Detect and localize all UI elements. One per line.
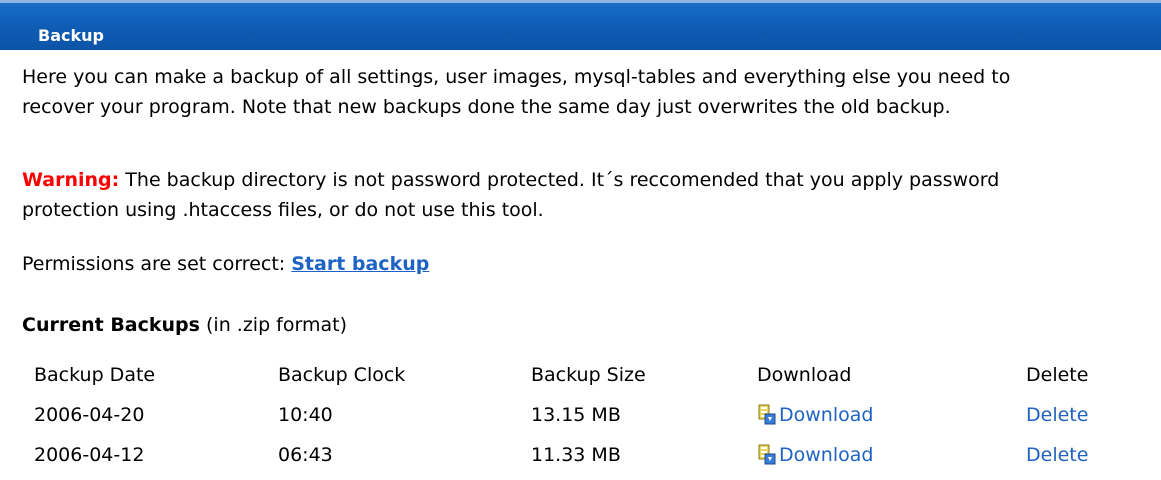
backup-date: 2006-04-20 bbox=[34, 404, 145, 426]
backup-size: 13.15 MB bbox=[531, 404, 621, 426]
backup-date: 2006-04-12 bbox=[34, 444, 145, 466]
permissions-status: Permissions are set correct: Start backu… bbox=[22, 249, 429, 279]
permissions-text: Permissions are set correct: bbox=[22, 253, 292, 275]
download-cell: Download bbox=[757, 400, 873, 435]
download-label[interactable]: Download bbox=[779, 400, 873, 430]
header-download: Download bbox=[757, 364, 852, 386]
delete-cell: Delete bbox=[1026, 440, 1088, 470]
current-backups-heading: Current Backups (in .zip format) bbox=[22, 312, 347, 338]
header-delete: Delete bbox=[1026, 364, 1089, 386]
current-backups-title: Current Backups bbox=[22, 314, 200, 336]
download-package-icon bbox=[758, 444, 776, 465]
current-backups-subtitle: (in .zip format) bbox=[199, 314, 347, 336]
intro-line-1: Here you can make a backup of all settin… bbox=[22, 66, 1011, 88]
download-link[interactable]: Download bbox=[757, 440, 873, 470]
backup-clock: 06:43 bbox=[278, 444, 333, 466]
download-cell: Download bbox=[757, 440, 873, 475]
start-backup-link[interactable]: Start backup bbox=[291, 253, 429, 275]
warning-line-1: The backup directory is not password pro… bbox=[119, 169, 1000, 191]
header-backup-size: Backup Size bbox=[531, 364, 646, 386]
download-package-icon bbox=[758, 404, 776, 425]
delete-link[interactable]: Delete bbox=[1026, 444, 1088, 466]
header-backup-clock: Backup Clock bbox=[278, 364, 406, 386]
warning-line-2: protection using .htaccess files, or do … bbox=[22, 199, 544, 221]
table-header-row: Backup Date Backup Clock Backup Size Dow… bbox=[0, 360, 1161, 400]
header-backup-date: Backup Date bbox=[34, 364, 156, 386]
backup-size: 11.33 MB bbox=[531, 444, 621, 466]
delete-link[interactable]: Delete bbox=[1026, 404, 1088, 426]
table-row: 2006-04-12 06:43 11.33 MB Download Delet… bbox=[0, 440, 1161, 480]
delete-cell: Delete bbox=[1026, 400, 1088, 430]
warning-text: Warning: The backup directory is not pas… bbox=[22, 165, 999, 225]
page-title: Backup bbox=[38, 26, 104, 45]
intro-text: Here you can make a backup of all settin… bbox=[22, 62, 1010, 122]
warning-label: Warning: bbox=[22, 169, 120, 191]
backup-clock: 10:40 bbox=[278, 404, 333, 426]
download-label[interactable]: Download bbox=[779, 440, 873, 470]
table-row: 2006-04-20 10:40 13.15 MB Download Delet… bbox=[0, 400, 1161, 440]
header-bar: Backup bbox=[0, 0, 1161, 50]
intro-line-2: recover your program. Note that new back… bbox=[22, 96, 951, 118]
download-link[interactable]: Download bbox=[757, 400, 873, 430]
